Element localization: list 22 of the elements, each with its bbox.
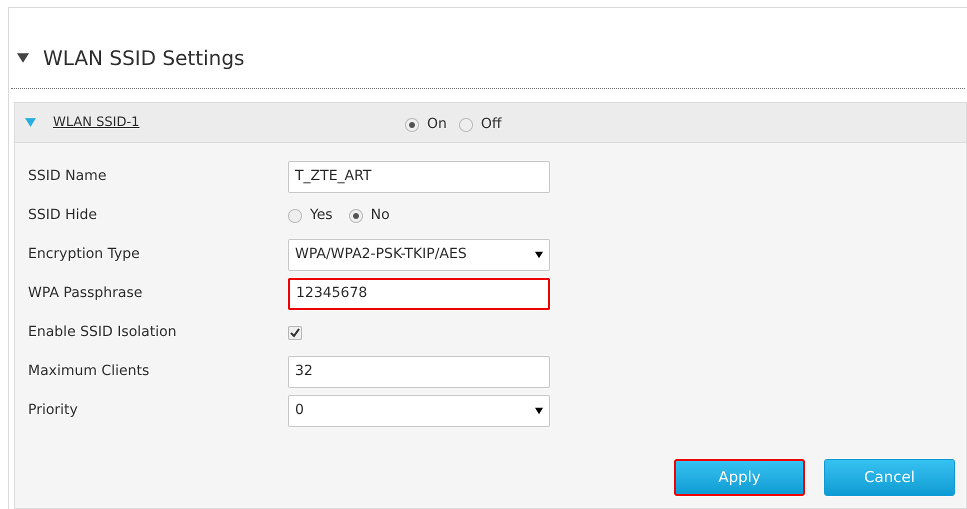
- field-label: Enable SSID Isolation: [28, 323, 178, 342]
- field-label: Priority: [28, 401, 79, 420]
- field-label: SSID Hide: [28, 206, 98, 225]
- dropdown[interactable]: WPA/WPA2-PSK-TKIP/AES: [288, 238, 550, 270]
- dropdown-arrow-icon: [535, 406, 543, 414]
- dropdown-arrow-icon: [535, 250, 543, 258]
- radio-option[interactable]: No: [348, 205, 390, 226]
- field-label: WPA Passphrase: [28, 284, 144, 303]
- field-label: Maximum Clients: [28, 362, 150, 381]
- radio-option[interactable]: Yes: [288, 205, 333, 226]
- field-label: SSID Name: [28, 167, 108, 186]
- dropdown[interactable]: 0: [288, 394, 550, 426]
- checkbox[interactable]: [288, 326, 302, 340]
- radio-option[interactable]: Off: [458, 114, 502, 135]
- section-title: WLAN SSID Settings: [43, 45, 244, 72]
- panel-title-link[interactable]: WLAN SSID-1: [53, 112, 405, 132]
- field-label: Encryption Type: [28, 245, 141, 264]
- collapse-arrow-icon[interactable]: [17, 52, 29, 64]
- text-field[interactable]: T_ZTE_ART: [288, 160, 550, 192]
- text-field[interactable]: 32: [288, 356, 550, 388]
- text-field[interactable]: 12345678: [288, 278, 550, 310]
- radio-option[interactable]: On: [405, 114, 447, 135]
